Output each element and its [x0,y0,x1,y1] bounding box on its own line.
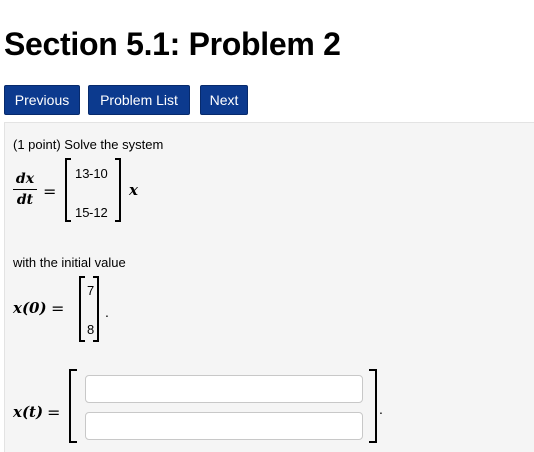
xt-label: x(t) [13,403,44,421]
matrix-cell-r2c1: 15 [75,205,90,220]
initial-value-text: with the initial value [13,255,126,270]
next-button[interactable]: Next [200,85,248,115]
matrix-cell-r1c2: -10 [89,166,108,181]
matrix-left-bracket [65,158,71,222]
x0-label: x(0) [13,299,47,317]
xt-period: . [379,401,383,417]
matrix-cell-r2c2: -12 [89,205,108,220]
derivative-numerator: dx [15,171,35,187]
xt-left-bracket [69,369,77,443]
derivative-denominator: dt [16,192,34,208]
problem-intro: (1 point) Solve the system [13,137,164,152]
page-title: Section 5.1: Problem 2 [4,26,341,62]
matrix-cell-r1c1: 13 [75,166,90,181]
xt-equals-sign: = [47,403,61,422]
previous-button[interactable]: Previous [4,85,80,115]
xt-right-bracket [369,369,377,443]
matrix-right-bracket [115,158,121,222]
x0-right-bracket [93,276,99,342]
fraction-bar [13,189,37,190]
rhs-variable: x [129,181,138,199]
answer-input-2[interactable] [85,412,363,440]
x0-left-bracket [79,276,85,342]
page: Section 5.1: Problem 2 Previous Problem … [0,0,534,452]
problem-body: (1 point) Solve the system dx dt = 13 -1… [4,122,534,452]
equals-sign: = [43,182,57,201]
problem-list-button[interactable]: Problem List [88,85,190,115]
answer-input-1[interactable] [85,375,363,403]
x0-equals-sign: = [51,299,65,318]
x0-period: . [105,304,109,320]
derivative-fraction: dx dt [13,171,37,208]
